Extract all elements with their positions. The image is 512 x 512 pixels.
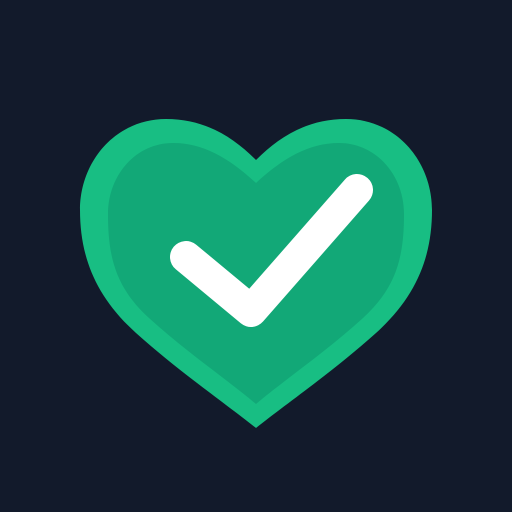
heart-check-icon: [0, 0, 512, 512]
app-icon-canvas: [0, 0, 512, 512]
